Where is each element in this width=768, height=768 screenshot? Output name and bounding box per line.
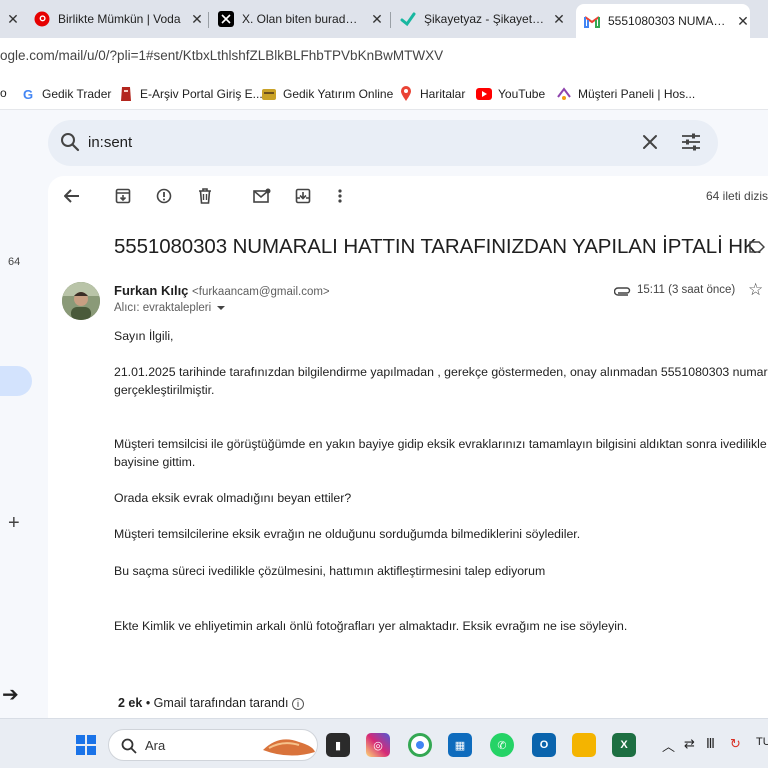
taskbar-search[interactable]: Ara bbox=[108, 729, 318, 761]
gedik-icon bbox=[261, 86, 277, 102]
sender-line: Furkan Kılıç <furkaancam@gmail.com> bbox=[114, 283, 330, 298]
nav-selected-item[interactable] bbox=[0, 366, 32, 396]
snooze-icon[interactable] bbox=[293, 186, 313, 206]
bookmark-haritalar[interactable]: Haritalar bbox=[398, 86, 465, 102]
bookmark-gedik-yatirim[interactable]: Gedik Yatırım Online bbox=[261, 86, 393, 102]
email-subject: 5551080303 NUMARALI HATTIN TARAFINIZDAN … bbox=[114, 235, 763, 258]
earsiv-icon bbox=[118, 86, 134, 102]
maps-pin-icon bbox=[398, 86, 414, 102]
search-icon[interactable] bbox=[60, 132, 80, 157]
taskbar: Ara ▮ ◎ ▦ ✆ O X ︿ ⇄ Ⅲ ↻ TU bbox=[0, 718, 768, 768]
body-line: Müşteri temsilcilerine eksik evrağın ne … bbox=[114, 527, 581, 541]
whatsapp-icon[interactable]: ✆ bbox=[490, 733, 514, 757]
search-bar[interactable]: in:sent bbox=[48, 120, 718, 166]
tab-partial[interactable]: ✕ bbox=[0, 4, 20, 34]
tab-gmail-active[interactable]: 5551080303 NUMARALI ✕ bbox=[576, 4, 750, 38]
tab-sikayetvar[interactable]: Şikayetyaz - Şikayetvar ✕ bbox=[400, 4, 566, 34]
instagram-icon[interactable]: ◎ bbox=[366, 733, 390, 757]
bookmark-youtube[interactable]: YouTube bbox=[476, 86, 545, 102]
close-icon[interactable]: ✕ bbox=[6, 11, 20, 28]
sikayetvar-icon bbox=[400, 11, 416, 27]
chrome-icon[interactable] bbox=[408, 733, 432, 757]
tab-separator bbox=[208, 12, 209, 28]
outlook-icon[interactable]: O bbox=[532, 733, 556, 757]
body-line: Sayın İlgili, bbox=[114, 329, 174, 343]
bookmark-e-arsiv[interactable]: E-Arşiv Portal Giriş E... bbox=[118, 86, 263, 102]
store-icon[interactable]: ▦ bbox=[448, 733, 472, 757]
close-icon[interactable]: ✕ bbox=[736, 13, 750, 30]
close-icon[interactable]: ✕ bbox=[370, 11, 384, 28]
excel-icon[interactable]: X bbox=[612, 733, 636, 757]
body-line: 21.01.2025 tarihinde tarafınızdan bilgil… bbox=[114, 365, 768, 379]
gmail-app: in:sent 64 + ➔ 64 ileti dizisi 555108030… bbox=[0, 110, 768, 736]
search-icon bbox=[121, 738, 137, 759]
clear-search-icon[interactable] bbox=[640, 132, 660, 157]
hosting-icon bbox=[556, 86, 572, 102]
tray-language[interactable]: TU bbox=[756, 736, 768, 748]
search-options-icon[interactable] bbox=[680, 132, 702, 157]
tray-app-icon[interactable]: Ⅲ bbox=[706, 736, 715, 752]
tray-settings-icon[interactable]: ⇄ bbox=[684, 736, 695, 752]
tab-x[interactable]: X. Olan biten burada / X ✕ bbox=[218, 4, 384, 34]
bookmarks-bar: o G Gedik Trader E-Arşiv Portal Giriş E.… bbox=[0, 78, 768, 110]
trash-icon[interactable] bbox=[195, 186, 215, 206]
message-pane: 64 ileti dizisi 5551080303 NUMARALI HATT… bbox=[48, 176, 768, 736]
tray-update-icon[interactable]: ↻ bbox=[730, 736, 741, 752]
search-input[interactable]: in:sent bbox=[88, 134, 132, 151]
youtube-icon bbox=[476, 86, 492, 102]
chevron-down-icon[interactable] bbox=[217, 305, 226, 310]
report-spam-icon[interactable] bbox=[154, 186, 174, 206]
add-label-icon[interactable]: + bbox=[8, 512, 20, 535]
info-icon[interactable]: i bbox=[291, 697, 304, 710]
x-icon bbox=[218, 11, 234, 27]
attachments-summary: 2 ek • Gmail tarafından tarandı i bbox=[118, 696, 304, 710]
body-line: Ekte Kimlik ve ehliyetimin arkalı önlü f… bbox=[114, 619, 628, 633]
bookmark-gedik-trader[interactable]: G Gedik Trader bbox=[20, 86, 111, 102]
g-icon: G bbox=[22, 86, 34, 102]
archive-icon[interactable] bbox=[113, 186, 133, 206]
label-tag-icon[interactable] bbox=[749, 240, 766, 259]
message-time: 15:11 (3 saat önce) bbox=[637, 284, 736, 296]
mark-unread-icon[interactable] bbox=[252, 186, 272, 206]
address-bar-row: ogle.com/mail/u/0/?pli=1#sent/KtbxLthlsh… bbox=[0, 38, 768, 78]
close-icon[interactable]: ✕ bbox=[552, 11, 566, 28]
close-icon[interactable]: ✕ bbox=[190, 11, 204, 28]
windows-start-icon[interactable] bbox=[76, 735, 96, 760]
arrow-right-icon[interactable]: ➔ bbox=[2, 682, 19, 707]
sender-email: <furkaancam@gmail.com> bbox=[192, 286, 330, 298]
file-explorer-icon[interactable] bbox=[572, 733, 596, 757]
search-highlight-icon bbox=[259, 732, 317, 763]
chevron-up-icon[interactable]: ︿ bbox=[662, 736, 675, 755]
tab-separator bbox=[390, 12, 391, 28]
message-toolbar: 64 ileti dizisi bbox=[48, 176, 768, 216]
taskview-icon[interactable]: ▮ bbox=[326, 733, 350, 757]
browser-tab-strip: ✕ Birlikte Mümkün | Voda ✕ X. Olan biten… bbox=[0, 0, 768, 38]
body-line: Orada eksik evrak olmadığını beyan ettil… bbox=[114, 491, 352, 505]
bookmark-partial[interactable]: o bbox=[0, 86, 7, 100]
back-arrow-icon[interactable] bbox=[62, 186, 82, 206]
body-line: Müşteri temsilcisi ile görüştüğümde en y… bbox=[114, 437, 768, 451]
bookmark-musteri-paneli[interactable]: Müşteri Paneli | Hos... bbox=[556, 86, 695, 102]
body-line: Bu saçma süreci ivedilikle çözülmesini, … bbox=[114, 564, 546, 578]
body-line: bayisine gittim. bbox=[114, 455, 196, 469]
body-line: gerçekleştirilmiştir. bbox=[114, 383, 215, 397]
recipient-line[interactable]: Alıcı: evraktalepleri bbox=[114, 302, 226, 314]
more-options-icon[interactable] bbox=[330, 186, 350, 206]
vodafone-icon bbox=[34, 11, 50, 27]
nav-count: 64 bbox=[8, 256, 21, 268]
star-icon[interactable]: ☆ bbox=[748, 280, 763, 300]
attachment-icon bbox=[613, 283, 632, 301]
avatar[interactable] bbox=[62, 282, 100, 320]
tab-vodafone[interactable]: Birlikte Mümkün | Voda ✕ bbox=[34, 4, 204, 34]
thread-count: 64 ileti dizisi bbox=[706, 189, 768, 203]
address-bar[interactable]: ogle.com/mail/u/0/?pli=1#sent/KtbxLthlsh… bbox=[0, 48, 443, 63]
sender-name[interactable]: Furkan Kılıç bbox=[114, 283, 188, 298]
gmail-icon bbox=[584, 13, 600, 29]
